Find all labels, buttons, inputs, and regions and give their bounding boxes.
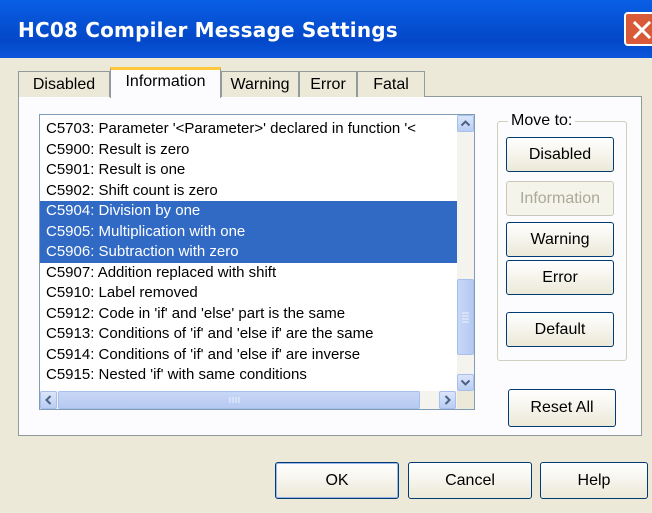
window-title: HC08 Compiler Message Settings (18, 18, 398, 42)
scroll-left-button[interactable] (40, 391, 57, 409)
list-item[interactable]: C5913: Conditions of 'if' and 'else if' … (40, 324, 457, 345)
tab-fatal[interactable]: Fatal (357, 71, 425, 97)
reset-all-button[interactable]: Reset All (508, 389, 616, 427)
grip-icon (462, 312, 469, 323)
list-item[interactable]: C5901: Result is one (40, 160, 457, 181)
message-list[interactable]: C5703: Parameter '<Parameter>' declared … (39, 114, 475, 410)
list-item[interactable]: C5910: Label removed (40, 283, 457, 304)
ok-button[interactable]: OK (275, 462, 399, 499)
cancel-button[interactable]: Cancel (408, 462, 532, 499)
grip-icon (229, 397, 240, 403)
move-default-button[interactable]: Default (506, 312, 614, 347)
list-item[interactable]: C5902: Shift count is zero (40, 181, 457, 202)
move-to-label: Move to: (508, 112, 576, 130)
title-bar[interactable]: HC08 Compiler Message Settings (0, 0, 652, 58)
chevron-right-icon (444, 395, 451, 405)
tab-information[interactable]: Information (110, 67, 221, 98)
list-item[interactable]: C5907: Addition replaced with shift (40, 263, 457, 284)
horizontal-scroll-thumb[interactable] (58, 391, 420, 409)
close-button[interactable] (624, 12, 652, 46)
tab-disabled[interactable]: Disabled (18, 71, 110, 97)
move-disabled-button[interactable]: Disabled (506, 137, 614, 172)
tab-warning[interactable]: Warning (221, 71, 299, 97)
move-error-button[interactable]: Error (506, 260, 614, 295)
message-items: C5703: Parameter '<Parameter>' declared … (40, 119, 457, 386)
scroll-up-button[interactable] (457, 115, 474, 132)
chevron-left-icon (45, 395, 52, 405)
list-item[interactable]: C5915: Nested 'if' with same conditions (40, 365, 457, 386)
scrollbar-corner (457, 391, 474, 409)
list-item[interactable]: C5912: Code in 'if' and 'else' part is t… (40, 304, 457, 325)
scroll-down-button[interactable] (457, 374, 474, 391)
vertical-scroll-thumb[interactable] (457, 279, 474, 355)
vertical-scrollbar[interactable] (457, 115, 474, 391)
horizontal-scrollbar[interactable] (40, 391, 457, 409)
list-item[interactable]: C5905: Multiplication with one (40, 221, 457, 242)
help-button[interactable]: Help (540, 462, 648, 499)
move-information-button: Information (506, 181, 614, 216)
list-item[interactable]: C5900: Result is zero (40, 140, 457, 161)
dialog-window: HC08 Compiler Message Settings Disabled … (0, 0, 652, 513)
list-item[interactable]: C5914: Conditions of 'if' and 'else if' … (40, 345, 457, 366)
chevron-up-icon (460, 120, 471, 127)
scroll-right-button[interactable] (439, 391, 456, 409)
list-item[interactable]: C5904: Division by one (40, 201, 457, 222)
tab-error[interactable]: Error (299, 71, 357, 97)
move-warning-button[interactable]: Warning (506, 222, 614, 257)
list-item[interactable]: C5906: Subtraction with zero (40, 242, 457, 263)
close-icon (632, 20, 652, 40)
chevron-down-icon (460, 379, 471, 386)
list-item[interactable]: C5703: Parameter '<Parameter>' declared … (40, 119, 457, 140)
